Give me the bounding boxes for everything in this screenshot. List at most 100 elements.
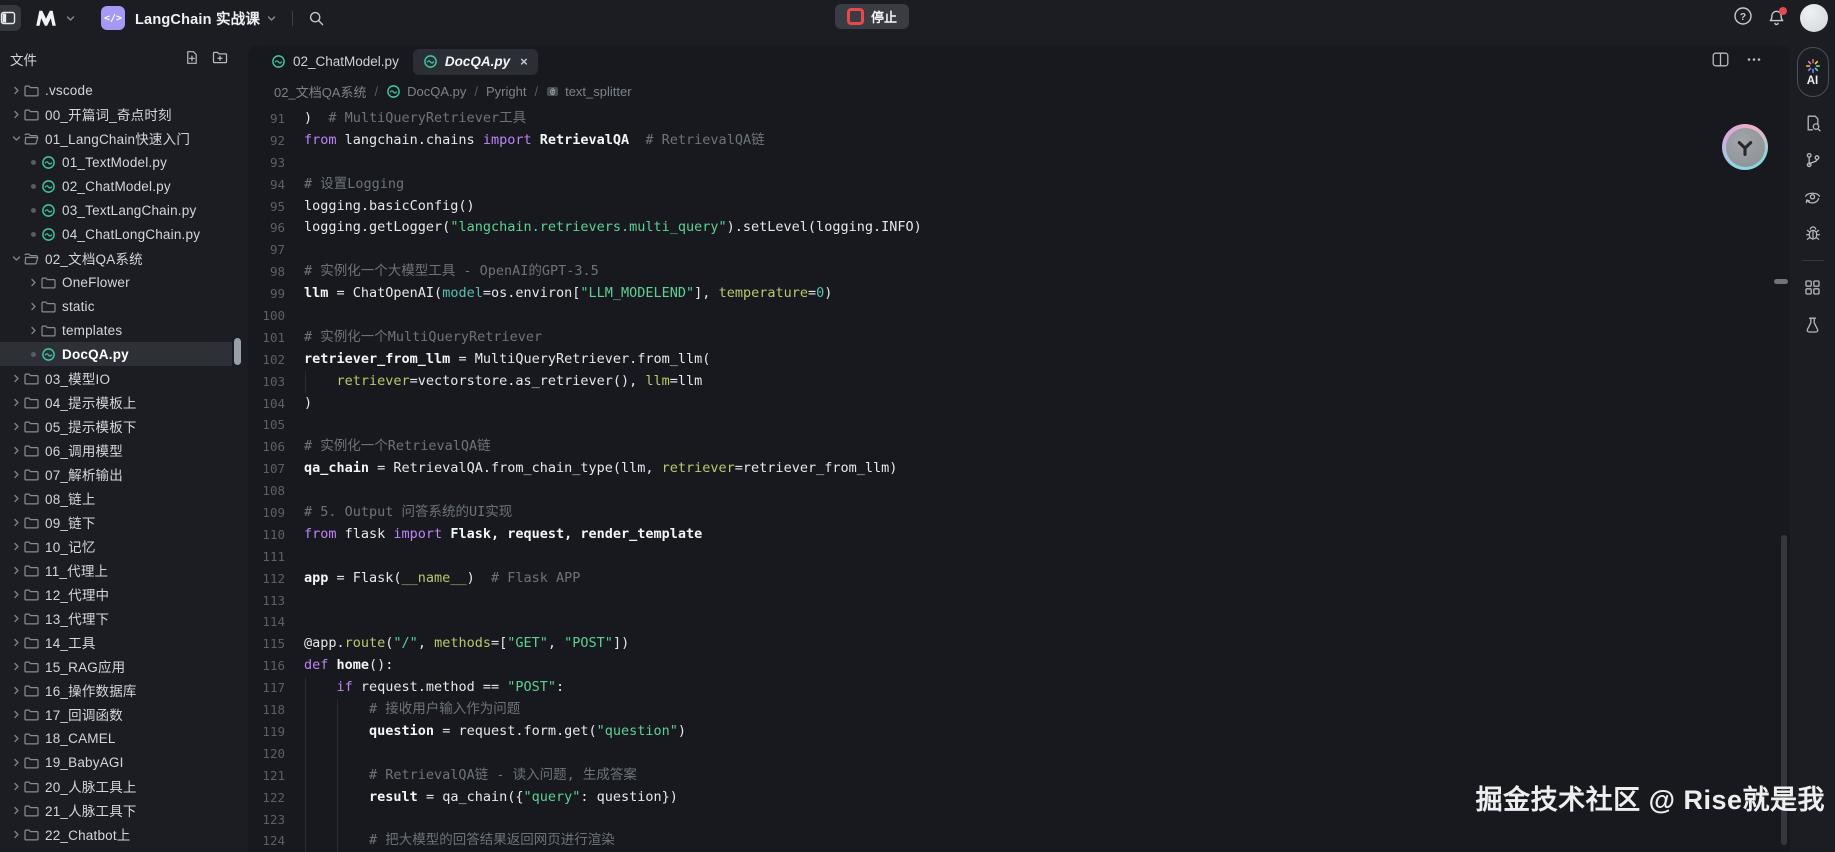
chevron-right-icon[interactable] bbox=[8, 470, 24, 479]
tree-item-label: 21_人脉工具下 bbox=[44, 800, 137, 820]
breadcrumb-item[interactable]: @text_splitter bbox=[546, 84, 631, 99]
chevron-down-icon[interactable] bbox=[8, 254, 24, 263]
tree-row-folder[interactable]: 13_代理下 bbox=[0, 606, 232, 630]
tree-row-folder[interactable]: 04_提示模板上 bbox=[0, 390, 232, 414]
tree-row-file[interactable]: 02_ChatModel.py bbox=[0, 174, 232, 198]
flask-icon[interactable] bbox=[1804, 306, 1821, 343]
tree-row-folder[interactable]: 10_记忆 bbox=[0, 534, 232, 558]
tree-row-file[interactable]: 03_TextLangChain.py bbox=[0, 198, 232, 222]
tree-row-folder[interactable]: 07_解析输出 bbox=[0, 462, 232, 486]
tree-row-folder[interactable]: templates bbox=[0, 318, 232, 342]
chevron-right-icon[interactable] bbox=[8, 446, 24, 455]
chevron-right-icon[interactable] bbox=[8, 806, 24, 815]
chevron-down-icon[interactable] bbox=[267, 14, 276, 23]
chevron-right-icon[interactable] bbox=[8, 398, 24, 407]
indent-guide bbox=[305, 765, 306, 787]
git-branch-icon[interactable] bbox=[1804, 141, 1822, 178]
tree-row-folder[interactable]: 03_模型IO bbox=[0, 366, 232, 390]
new-folder-icon[interactable] bbox=[212, 50, 228, 68]
notifications-bell-icon[interactable] bbox=[1767, 9, 1786, 28]
floating-avatar-badge[interactable] bbox=[1722, 124, 1768, 170]
tree-row-folder[interactable]: 16_操作数据库 bbox=[0, 678, 232, 702]
right-tool-rail: AI bbox=[1790, 45, 1835, 343]
tree-row-folder[interactable]: 19_BabyAGI bbox=[0, 750, 232, 774]
chevron-right-icon[interactable] bbox=[8, 494, 24, 503]
chevron-right-icon[interactable] bbox=[8, 110, 24, 119]
chevron-right-icon[interactable] bbox=[8, 590, 24, 599]
folder-icon bbox=[24, 84, 44, 97]
tree-row-folder[interactable]: 00_开篇词_奇点时刻 bbox=[0, 102, 232, 126]
user-avatar[interactable] bbox=[1800, 4, 1828, 32]
chevron-right-icon[interactable] bbox=[8, 614, 24, 623]
chevron-right-icon[interactable] bbox=[25, 302, 41, 311]
search-icon[interactable] bbox=[308, 10, 325, 27]
tree-row-file[interactable]: 01_TextModel.py bbox=[0, 150, 232, 174]
tree-row-folder[interactable]: 11_代理上 bbox=[0, 558, 232, 582]
tree-row-file[interactable]: 04_ChatLongChain.py bbox=[0, 222, 232, 246]
code-editor[interactable]: 91) # MultiQueryRetriever工具92from langch… bbox=[248, 108, 1790, 852]
tree-row-folder[interactable]: 18_CAMEL bbox=[0, 726, 232, 750]
tree-row-folder[interactable]: 17_回调函数 bbox=[0, 702, 232, 726]
chevron-right-icon[interactable] bbox=[8, 566, 24, 575]
debugger-icon[interactable] bbox=[1804, 215, 1822, 252]
chevron-right-icon[interactable] bbox=[8, 374, 24, 383]
editor-tab[interactable]: 02_ChatModel.py bbox=[261, 49, 409, 75]
tree-row-folder[interactable]: 02_文档QA系统 bbox=[0, 246, 232, 270]
tree-row-folder[interactable]: OneFlower bbox=[0, 270, 232, 294]
tree-row-folder[interactable]: 08_链上 bbox=[0, 486, 232, 510]
tree-row-folder[interactable]: .vscode bbox=[0, 78, 232, 102]
indent-guide bbox=[337, 787, 338, 809]
panel-splitter-handle[interactable] bbox=[234, 338, 241, 365]
new-file-icon[interactable] bbox=[184, 50, 199, 68]
tree-row-folder[interactable]: 12_代理中 bbox=[0, 582, 232, 606]
tree-row-folder[interactable]: 14_工具 bbox=[0, 630, 232, 654]
tree-row-file[interactable]: DocQA.py bbox=[0, 342, 232, 366]
file-search-icon[interactable] bbox=[1804, 104, 1822, 141]
editor-tab[interactable]: DocQA.py× bbox=[413, 49, 538, 75]
tree-row-folder[interactable]: 22_Chatbot上 bbox=[0, 822, 232, 846]
breadcrumb-item[interactable]: Pyright bbox=[486, 84, 526, 99]
chevron-right-icon[interactable] bbox=[25, 326, 41, 335]
chevron-right-icon[interactable] bbox=[8, 686, 24, 695]
widgets-grid-icon[interactable] bbox=[1804, 269, 1821, 306]
chevron-down-icon[interactable] bbox=[8, 134, 24, 143]
chevron-right-icon[interactable] bbox=[8, 782, 24, 791]
chevron-right-icon[interactable] bbox=[25, 278, 41, 287]
chevron-down-icon[interactable] bbox=[66, 14, 75, 23]
tree-row-folder[interactable]: 20_人脉工具上 bbox=[0, 774, 232, 798]
toggle-left-panel-button[interactable] bbox=[0, 5, 21, 31]
ide-logo[interactable] bbox=[33, 8, 59, 28]
tree-row-folder[interactable]: 15_RAG应用 bbox=[0, 654, 232, 678]
split-editor-icon[interactable] bbox=[1712, 52, 1729, 72]
breadcrumb-item[interactable]: DocQA.py bbox=[386, 84, 466, 99]
breadcrumb-item[interactable]: 02_文档QA系统 bbox=[274, 82, 366, 101]
line-number: 116 bbox=[248, 655, 285, 677]
tree-row-folder[interactable]: 01_LangChain快速入门 bbox=[0, 126, 232, 150]
right-panel-splitter-handle[interactable] bbox=[1774, 279, 1788, 284]
tree-row-folder[interactable]: 09_链下 bbox=[0, 510, 232, 534]
code-review-icon[interactable] bbox=[1803, 178, 1822, 215]
tree-item-label: 19_BabyAGI bbox=[44, 755, 124, 770]
more-options-icon[interactable] bbox=[1746, 52, 1762, 72]
tree-item-label: 02_文档QA系统 bbox=[44, 248, 143, 268]
chevron-right-icon[interactable] bbox=[8, 710, 24, 719]
tree-row-folder[interactable]: 06_调用模型 bbox=[0, 438, 232, 462]
help-icon[interactable]: ? bbox=[1733, 6, 1753, 31]
ai-assistant-button[interactable]: AI bbox=[1797, 47, 1829, 97]
chevron-right-icon[interactable] bbox=[8, 518, 24, 527]
tree-row-folder[interactable]: 21_人脉工具下 bbox=[0, 798, 232, 822]
tree-row-folder[interactable]: static bbox=[0, 294, 232, 318]
chevron-right-icon[interactable] bbox=[8, 662, 24, 671]
chevron-right-icon[interactable] bbox=[8, 638, 24, 647]
chevron-right-icon[interactable] bbox=[8, 758, 24, 767]
workspace-title[interactable]: LangChain 实战课 bbox=[135, 8, 260, 29]
tree-item-label: 02_ChatModel.py bbox=[61, 179, 171, 194]
chevron-right-icon[interactable] bbox=[8, 542, 24, 551]
stop-button[interactable]: 停止 bbox=[835, 4, 909, 29]
chevron-right-icon[interactable] bbox=[8, 830, 24, 839]
chevron-right-icon[interactable] bbox=[8, 734, 24, 743]
close-tab-icon[interactable]: × bbox=[520, 55, 528, 68]
chevron-right-icon[interactable] bbox=[8, 86, 24, 95]
chevron-right-icon[interactable] bbox=[8, 422, 24, 431]
tree-row-folder[interactable]: 05_提示模板下 bbox=[0, 414, 232, 438]
